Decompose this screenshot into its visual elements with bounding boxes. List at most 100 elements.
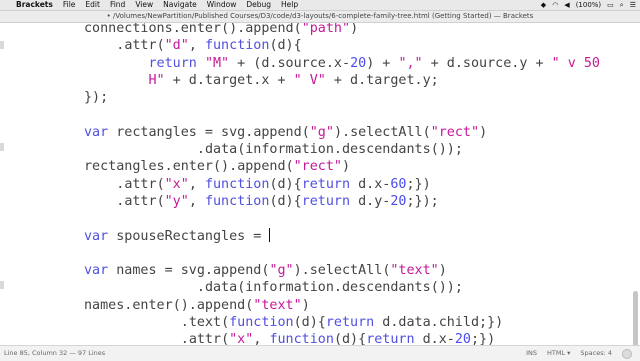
code-token: attr [188, 332, 222, 345]
code-line[interactable]: .attr("d", function(d){ [84, 37, 600, 54]
code-token: (d){ [293, 315, 326, 331]
code-token: ) + [366, 55, 399, 71]
search-icon[interactable]: ⌕ [620, 1, 624, 10]
app-menu[interactable]: Brackets [16, 0, 53, 10]
code-token: "x" [164, 176, 189, 192]
code-line[interactable] [84, 245, 600, 262]
menu-help[interactable]: Help [281, 0, 298, 10]
code-token: text [188, 315, 222, 331]
code-token: append [196, 297, 246, 313]
code-line[interactable]: .data(information.descendants()); [84, 279, 600, 296]
code-token: "x" [229, 332, 254, 345]
code-token: , [188, 38, 205, 54]
code-token: ). [333, 124, 351, 140]
code-token: var [84, 228, 109, 244]
menu-find[interactable]: Find [110, 0, 125, 10]
code-line[interactable]: H" + d.target.x + " V" + d.target.y; [84, 72, 600, 89]
code-line[interactable]: var spouseRectangles = [84, 227, 600, 245]
code-line[interactable]: connections.enter().append("path") [84, 23, 600, 37]
code-line[interactable]: return "M" + (d.source.x-20) + "," + d.s… [84, 55, 601, 72]
code-token: 20 [350, 55, 367, 71]
code-token: ) [342, 159, 351, 175]
code-token: append [213, 263, 262, 279]
code-line[interactable]: .attr("x", function(d){return d.x-60;}) [84, 176, 600, 193]
code-token: (information. [237, 142, 342, 158]
code-token: ( [156, 38, 165, 54]
code-token: var [84, 263, 109, 279]
code-token: attr [124, 38, 157, 54]
code-token: return [301, 176, 351, 192]
code-line[interactable]: .attr("y", function(d){return d.y-20;}); [84, 193, 600, 210]
dropbox-icon[interactable]: ◆ [541, 1, 546, 9]
code-token: d.data.child;}) [374, 315, 504, 331]
code-token: + d.target.x + [164, 72, 294, 88]
code-token: ( [293, 23, 302, 36]
code-token: (). [221, 23, 246, 36]
battery-label: (100%) [575, 1, 602, 9]
volume-icon[interactable]: ◀ [564, 1, 569, 9]
code-line[interactable] [84, 210, 600, 227]
status-icons: ◆ ◠ ◀ (100%) ▭ ⌕ ☰ [541, 0, 636, 10]
code-line[interactable] [84, 106, 600, 123]
linter-status-icon[interactable] [622, 348, 632, 359]
battery-icon[interactable]: ▭ [607, 1, 614, 9]
window-title: • /Volumes/NewPartition/Published Course… [106, 12, 534, 20]
code-token: d.x- [414, 332, 455, 345]
code-token: "text" [253, 297, 302, 313]
code-token: . [84, 193, 125, 209]
cursor-position: Line 85, Column 32 — 97 Lines [4, 349, 106, 357]
code-line[interactable]: .data(information.descendants()); [84, 141, 600, 158]
code-token: function [269, 332, 334, 345]
wifi-icon[interactable]: ◠ [552, 1, 558, 9]
indent-setting[interactable]: Spaces: 4 [580, 346, 612, 361]
fold-marker[interactable] [0, 41, 4, 49]
menu-navigate[interactable]: Navigate [163, 0, 197, 10]
code-token: + (d.source.x- [229, 55, 351, 71]
menu-edit[interactable]: Edit [85, 0, 100, 10]
code-line[interactable]: }); [84, 89, 600, 106]
code-token: , [188, 193, 205, 209]
code-token: return [366, 332, 415, 345]
code-token: "g" [309, 124, 334, 140]
code-line[interactable]: .attr("x", function(d){return d.x-20;}) [84, 331, 600, 345]
menu-view[interactable]: View [135, 0, 153, 10]
menu-file[interactable]: File [63, 0, 76, 10]
code-line[interactable]: .text(function(d){return d.data.child;}) [84, 314, 600, 331]
menu-debug[interactable]: Debug [246, 0, 271, 10]
code-token: . [84, 38, 125, 54]
code-token: (d){ [333, 332, 367, 345]
code-token: 60 [390, 176, 407, 192]
fold-marker[interactable] [0, 281, 4, 289]
menu-bar: Brackets File Edit Find View Navigate Wi… [0, 0, 640, 11]
code-token: H" [148, 72, 165, 88]
code-token: ( [301, 124, 310, 140]
language-select[interactable]: HTML ▾ [547, 346, 570, 361]
code-token: ( [156, 193, 165, 209]
code-token: 20 [454, 332, 471, 345]
code-token: ;}) [471, 332, 496, 345]
code-content[interactable]: connections.enter().append("path") .attr… [84, 23, 600, 345]
code-token: (). [213, 159, 238, 175]
code-token: ). [293, 263, 310, 279]
code-token: d.y- [350, 193, 391, 209]
code-token: enter [172, 159, 213, 175]
code-token: . [84, 176, 125, 192]
insert-mode[interactable]: INS [526, 346, 537, 361]
code-line[interactable]: names.enter().append("text") [84, 297, 600, 314]
code-token: (d){ [269, 38, 302, 54]
fold-marker[interactable] [0, 143, 4, 151]
code-line[interactable]: var rectangles = svg.append("g").selectA… [84, 124, 600, 141]
code-token: (information. [237, 280, 342, 296]
code-editor[interactable]: connections.enter().append("path") .attr… [0, 23, 640, 345]
code-line[interactable]: var names = svg.append("g").selectAll("t… [84, 262, 600, 279]
code-token: "rect" [430, 124, 480, 140]
code-token: ( [221, 315, 230, 331]
code-token: enter [132, 297, 173, 313]
menu-window[interactable]: Window [207, 0, 237, 10]
code-token: "M" [204, 55, 230, 71]
notification-icon[interactable]: ☰ [630, 1, 636, 9]
code-line[interactable]: rectangles.enter().append("rect") [84, 158, 600, 175]
vertical-scrollbar[interactable] [633, 291, 638, 345]
code-token: selectAll [309, 263, 383, 279]
